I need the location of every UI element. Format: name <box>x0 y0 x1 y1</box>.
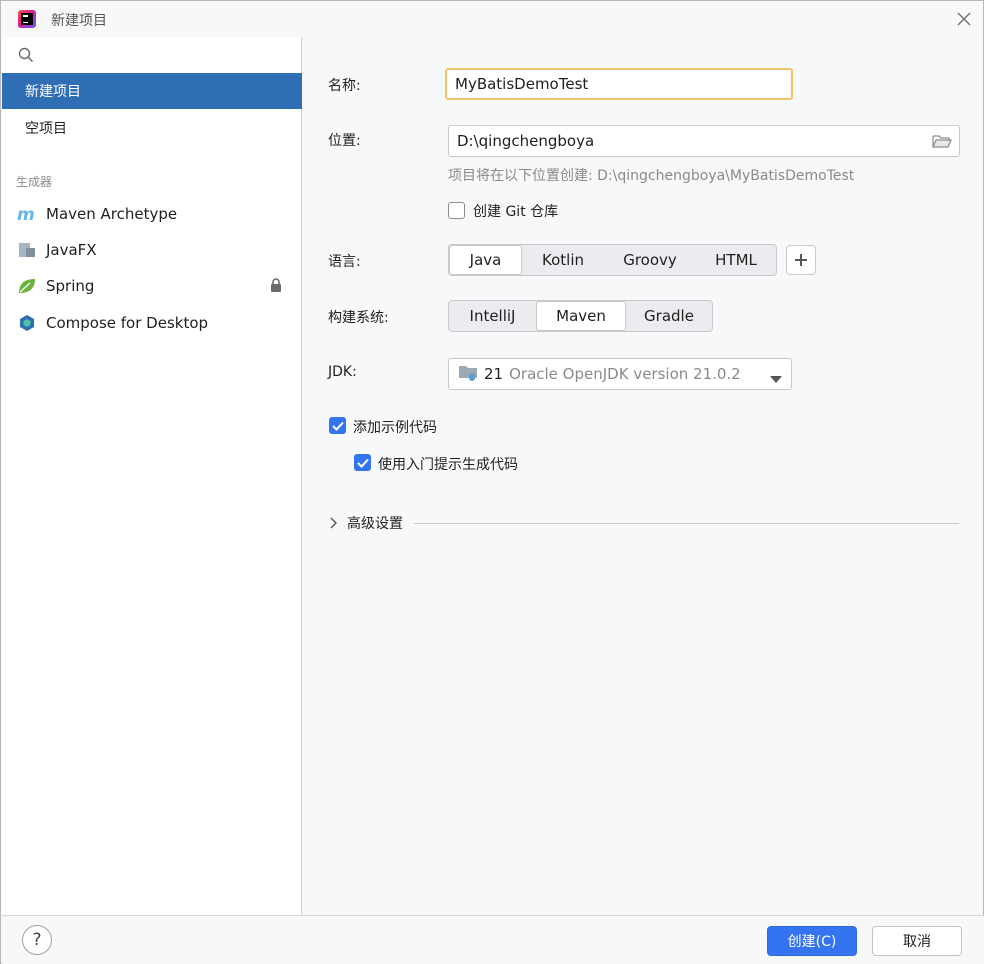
sidebar-search <box>2 37 302 72</box>
chevron-right-icon <box>330 517 337 529</box>
sidebar-item-label: Spring <box>46 277 95 295</box>
sidebar-item-label: JavaFX <box>46 241 97 259</box>
sidebar-item-label: 空项目 <box>25 121 67 137</box>
generators-section-label: 生成器 <box>16 175 53 189</box>
sidebar-item-new-project[interactable]: 新建项目 <box>2 73 302 109</box>
language-option-java[interactable]: Java <box>449 245 522 275</box>
build-option-intellij[interactable]: IntelliJ <box>449 301 536 331</box>
dialog-footer: ? 创建(C) 取消 <box>2 915 984 964</box>
onboarding-tips-label: 使用入门提示生成代码 <box>378 457 518 473</box>
sidebar-item-label: 新建项目 <box>25 84 81 100</box>
location-hint: 项目将在以下位置创建: D:\qingchengboya\MyBatisDemo… <box>448 168 855 184</box>
sidebar-item-maven-archetype[interactable]: m Maven Archetype <box>2 197 302 231</box>
checkmark-icon <box>356 458 369 468</box>
project-settings-panel: 名称: 位置: 项目将在以下位置创建: D:\qingchengboya\MyB… <box>303 37 983 915</box>
close-button[interactable] <box>951 7 977 31</box>
spring-leaf-icon <box>17 276 37 296</box>
jdk-label: JDK: <box>328 364 357 380</box>
advanced-divider <box>414 523 959 524</box>
intellij-logo-icon <box>18 10 36 28</box>
git-repo-label: 创建 Git 仓库 <box>473 204 559 220</box>
plus-icon <box>795 254 807 266</box>
sample-code-checkbox[interactable] <box>329 417 346 434</box>
window-title: 新建项目 <box>51 13 107 29</box>
onboarding-tips-checkbox[interactable] <box>354 454 371 471</box>
checkmark-icon <box>331 421 344 431</box>
language-selector: Java Kotlin Groovy HTML <box>448 244 777 276</box>
help-button[interactable]: ? <box>22 925 52 955</box>
sidebar-item-label: Maven Archetype <box>46 205 178 223</box>
compose-icon <box>17 313 37 333</box>
maven-icon: m <box>17 204 37 224</box>
language-option-kotlin[interactable]: Kotlin <box>522 245 604 275</box>
language-label: 语言: <box>328 254 361 270</box>
advanced-settings-toggle[interactable]: 高级设置 <box>329 513 403 533</box>
sidebar-item-javafx[interactable]: JavaFX <box>2 233 302 267</box>
sidebar-item-label: Compose for Desktop <box>46 314 209 332</box>
lock-icon <box>270 278 282 296</box>
sample-code-label: 添加示例代码 <box>353 420 437 436</box>
build-system-label: 构建系统: <box>328 310 389 326</box>
close-icon <box>957 12 971 26</box>
jdk-version: 21 <box>484 365 504 383</box>
browse-folder-icon[interactable] <box>932 133 952 153</box>
new-project-dialog: 新建项目 新建项目 空项目 生成器 m Maven Archetype Java… <box>0 0 984 964</box>
javafx-icon <box>17 240 37 260</box>
git-repo-checkbox[interactable] <box>448 202 465 219</box>
jdk-description: Oracle OpenJDK version 21.0.2 <box>509 365 741 383</box>
sidebar-item-spring[interactable]: Spring <box>2 269 302 303</box>
language-option-groovy[interactable]: Groovy <box>604 245 696 275</box>
svg-text:m: m <box>17 206 35 222</box>
cancel-button[interactable]: 取消 <box>872 926 962 956</box>
language-option-html[interactable]: HTML <box>696 245 776 275</box>
build-option-gradle[interactable]: Gradle <box>626 301 712 331</box>
build-option-maven[interactable]: Maven <box>536 301 626 331</box>
sidebar: 新建项目 空项目 生成器 m Maven Archetype JavaFX Sp… <box>2 37 302 915</box>
title-bar: 新建项目 <box>1 1 983 37</box>
jdk-folder-icon <box>458 363 480 385</box>
build-system-selector: IntelliJ Maven Gradle <box>448 300 713 332</box>
search-icon <box>18 47 34 62</box>
jdk-dropdown[interactable]: 21 Oracle OpenJDK version 21.0.2 <box>448 358 792 390</box>
sidebar-item-compose-desktop[interactable]: Compose for Desktop <box>2 306 302 340</box>
add-language-button[interactable] <box>786 245 816 275</box>
name-label: 名称: <box>328 78 361 94</box>
chevron-down-icon <box>770 370 782 388</box>
create-button[interactable]: 创建(C) <box>767 926 857 956</box>
project-name-input[interactable] <box>445 68 793 100</box>
search-input[interactable] <box>42 43 292 67</box>
advanced-settings-label: 高级设置 <box>347 516 403 532</box>
sidebar-item-empty-project[interactable]: 空项目 <box>2 110 302 146</box>
location-label: 位置: <box>328 133 361 149</box>
location-input[interactable] <box>448 125 960 157</box>
